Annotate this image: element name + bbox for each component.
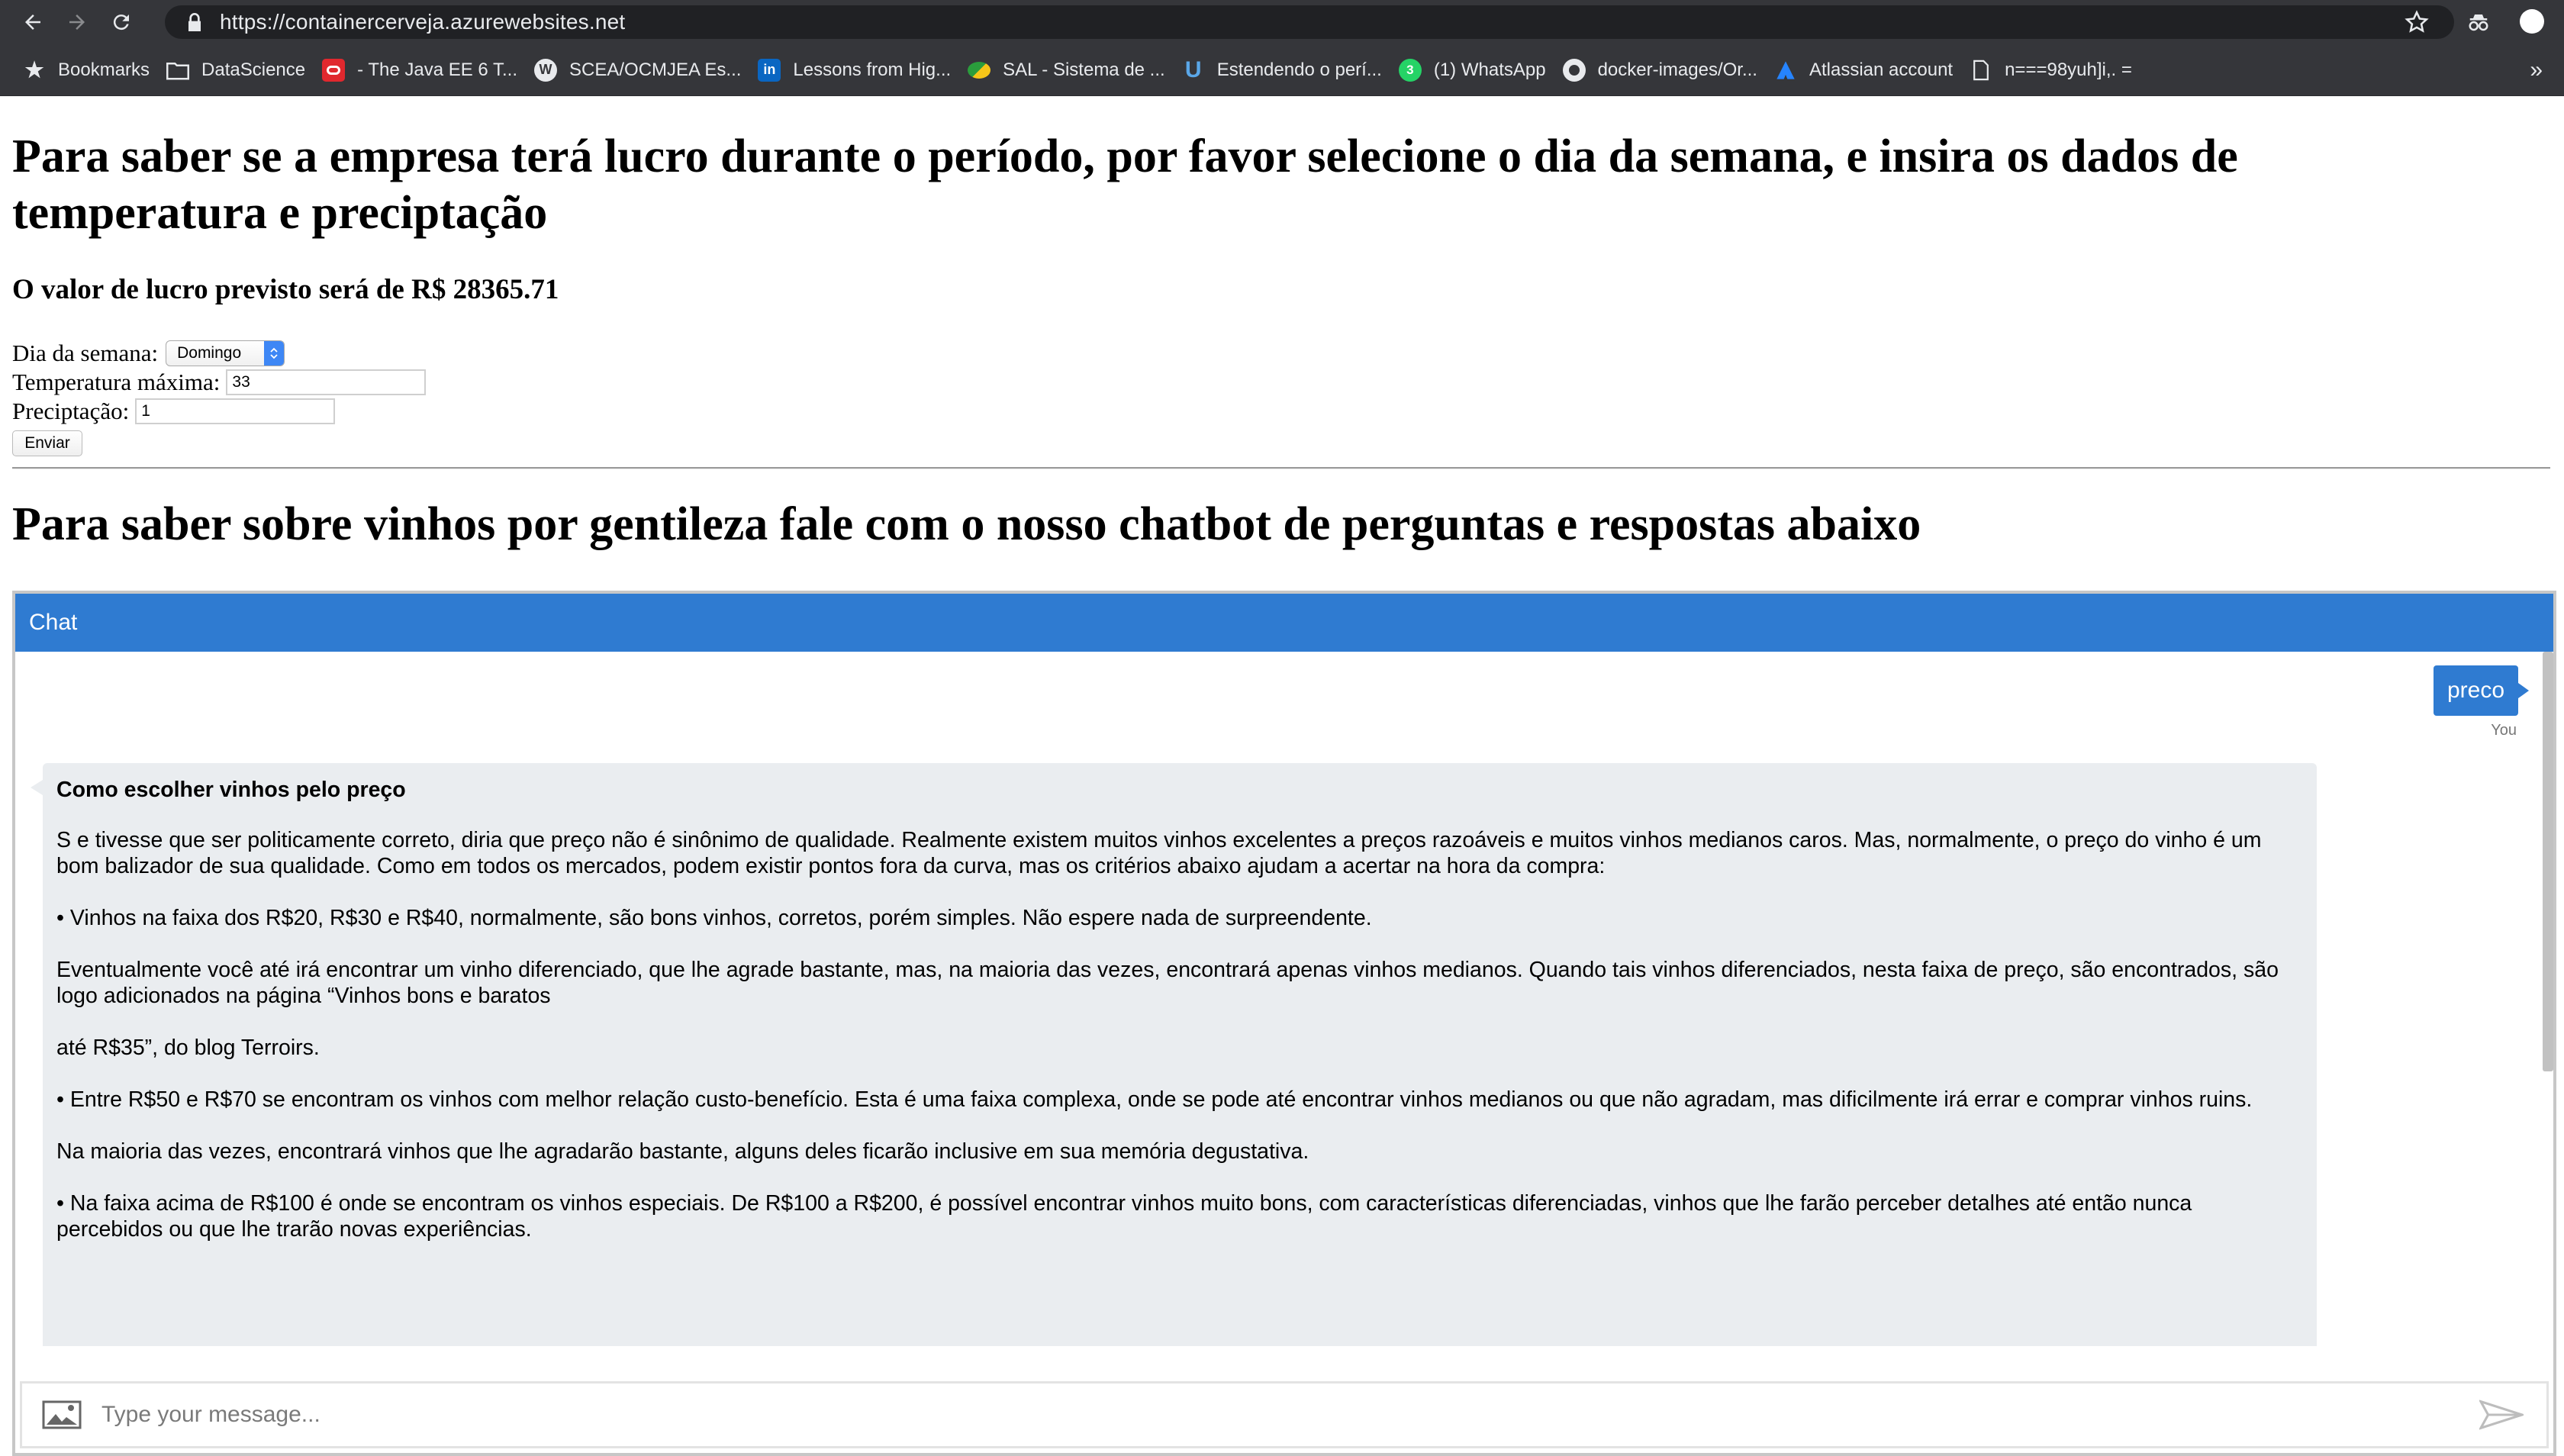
linkedin-icon: in (758, 58, 781, 82)
bot-paragraph: até R$35”, do blog Terroirs. (56, 1036, 320, 1060)
bookmark-item[interactable]: SAL - Sistema de ... (961, 52, 1176, 89)
temperature-row: Temperatura máxima: 33 (12, 368, 427, 397)
submit-button[interactable]: Enviar (12, 430, 82, 456)
temperature-value: 33 (232, 373, 250, 391)
select-arrows-icon (264, 341, 285, 366)
bookmark-label: - The Java EE 6 T... (357, 59, 518, 80)
bot-paragraph: Na maioria das vezes, encontrará vinhos … (56, 1139, 1309, 1164)
user-message-bubble: preco (2433, 665, 2530, 716)
bookmark-item[interactable]: DataScience (160, 52, 316, 89)
star-icon: ★ (24, 58, 44, 82)
page-icon (1970, 59, 1992, 82)
bookmark-label: Atlassian account (1809, 59, 1954, 80)
forward-button[interactable] (55, 0, 99, 44)
user-sender-label: You (2491, 722, 2517, 739)
weekday-label: Dia da semana: (12, 340, 159, 366)
wordpress-icon: W (534, 58, 558, 82)
horizontal-rule (12, 467, 2550, 469)
reload-icon (113, 14, 129, 31)
profit-result: O valor de lucro previsto será de R$ 283… (12, 274, 559, 305)
bookmark-item[interactable]: Atlassian account (1768, 52, 1963, 89)
bookmark-item[interactable]: in Lessons from Hig... (752, 52, 961, 89)
bookmark-label: Bookmarks (58, 59, 150, 80)
bookmark-label: DataScience (201, 59, 306, 80)
extension-icon[interactable] (2466, 11, 2491, 34)
bookmark-item[interactable]: W SCEA/OCMJEA Es... (528, 52, 752, 89)
temperature-input[interactable]: 33 (226, 369, 427, 395)
bot-paragraph: • Vinhos na faixa dos R$20, R$30 e R$40,… (56, 906, 1372, 930)
chatbot-section-title: Para saber sobre vinhos por gentileza fa… (12, 498, 1921, 550)
chat-header: Chat (15, 594, 2553, 652)
weekday-value: Domingo (177, 344, 242, 362)
github-icon (1562, 58, 1586, 82)
bookmark-item[interactable]: U Estendendo o perí... (1176, 52, 1393, 89)
browser-toolbar: https://containercerveja.azurewebsites.n… (0, 0, 2564, 44)
bot-paragraph: • Na faixa acima de R$100 é onde se enco… (56, 1191, 2192, 1242)
bookmark-label: (1) WhatsApp (1433, 59, 1546, 80)
bookmark-item[interactable]: 3 (1) WhatsApp (1393, 52, 1557, 89)
reload-button[interactable] (99, 0, 143, 44)
page-title: Para saber se a empresa terá lucro duran… (12, 130, 2238, 239)
udemy-icon: U (1184, 56, 1202, 82)
folder-icon (166, 59, 190, 82)
bookmark-label: Lessons from Hig... (793, 59, 952, 80)
url-text: https://containercerveja.azurewebsites.n… (220, 10, 626, 34)
send-icon[interactable] (2479, 1400, 2524, 1430)
bookmark-label: n===98yuh]i,. = (2005, 59, 2132, 80)
arrow-left-icon (25, 14, 40, 30)
bot-message-bubble: Como escolher vinhos pelo preço S e tive… (31, 763, 2317, 1346)
chat-messages: preco You Como escolher vinhos pelo preç… (15, 652, 2553, 1346)
bookmark-item[interactable]: docker-images/Or... (1557, 52, 1768, 89)
bookmark-item[interactable]: - The Java EE 6 T... (316, 52, 528, 89)
temperature-label: Temperatura máxima: (12, 369, 221, 395)
page-content: Para saber se a empresa terá lucro duran… (0, 96, 2564, 1456)
bot-message-title: Como escolher vinhos pelo preço (56, 778, 406, 802)
bot-paragraph: S e tivesse que ser politicamente corret… (56, 828, 2262, 878)
bot-paragraph: Eventualmente você até irá encontrar um … (56, 958, 2279, 1008)
back-button[interactable] (11, 0, 55, 44)
precipitation-label: Preciptação: (12, 398, 130, 424)
bookmark-label: SAL - Sistema de ... (1003, 59, 1165, 80)
bookmark-star-icon[interactable] (2404, 9, 2430, 35)
address-bar[interactable]: https://containercerveja.azurewebsites.n… (165, 5, 2454, 39)
profile-avatar[interactable] (2520, 9, 2544, 34)
bookmark-item[interactable]: n===98yuh]i,. = (1963, 52, 2143, 89)
sal-icon (968, 61, 991, 79)
bookmark-item[interactable]: ★ Bookmarks (17, 52, 160, 89)
atlassian-icon (1774, 59, 1797, 82)
bookmark-label: Estendendo o perí... (1216, 59, 1382, 80)
more-bookmarks-button[interactable]: » (2530, 44, 2543, 96)
chat-composer: Type your message... (20, 1381, 2549, 1448)
precipitation-value: 1 (141, 402, 150, 420)
bookmark-label: docker-images/Or... (1597, 59, 1757, 80)
image-upload-icon[interactable] (42, 1400, 82, 1429)
message-input[interactable]: Type your message... (101, 1402, 2479, 1428)
weekday-row: Dia da semana: Domingo (12, 339, 426, 368)
whatsapp-icon: 3 (1398, 58, 1422, 82)
prediction-form: Dia da semana: Domingo Temperatura máxim… (12, 339, 427, 456)
oracle-icon (322, 58, 346, 82)
bookmarks-bar: ★ Bookmarks DataScience - The Java EE 6 … (0, 44, 2564, 96)
lock-icon (188, 13, 201, 31)
arrow-right-icon (69, 14, 85, 30)
precipitation-input[interactable]: 1 (135, 398, 336, 424)
weekday-select[interactable]: Domingo (166, 340, 285, 366)
chat-widget: Chat preco You Como escolher vinhos pelo… (12, 591, 2556, 1456)
bookmark-label: SCEA/OCMJEA Es... (569, 59, 742, 80)
precipitation-row: Preciptação: 1 (12, 397, 426, 426)
bot-paragraph: • Entre R$50 e R$70 se encontram os vinh… (56, 1087, 2253, 1112)
